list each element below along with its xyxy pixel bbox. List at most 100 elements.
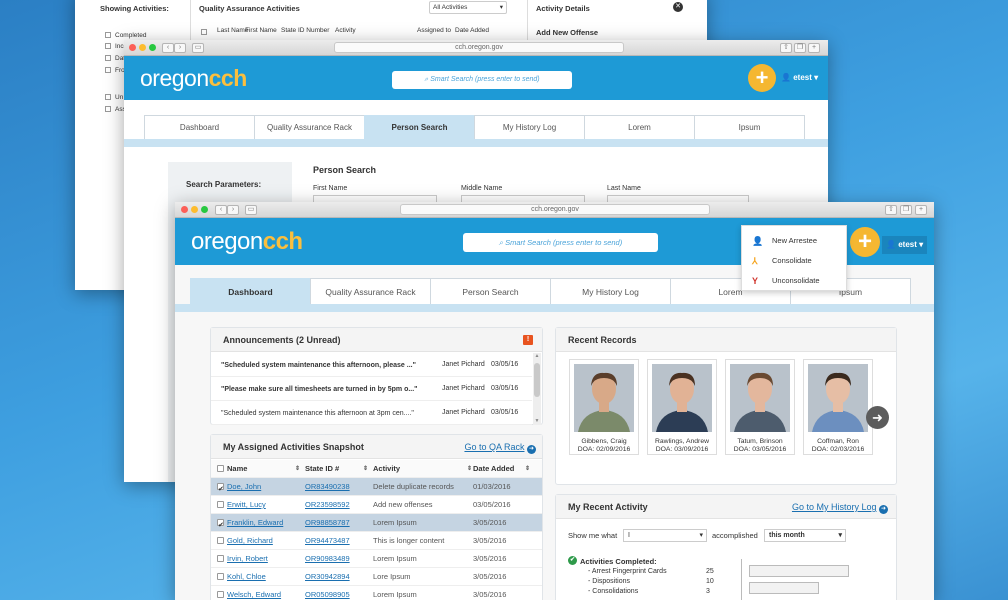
qa-column-header[interactable]: Activity <box>335 27 356 34</box>
share-icon[interactable]: ⇧ <box>885 205 897 215</box>
add-button[interactable]: + <box>748 64 776 92</box>
scroll-down-icon[interactable]: ▼ <box>533 418 541 424</box>
close-window-icon[interactable] <box>181 206 188 213</box>
filter-checkbox[interactable] <box>105 32 111 38</box>
tabs-icon[interactable]: ❐ <box>900 205 912 215</box>
qa-activity-select[interactable]: All Activities ▾ <box>429 1 507 14</box>
state-id-link[interactable]: OR05098905 <box>305 586 350 600</box>
smart-search-input[interactable]: ⌕ Smart Search (press enter to send) <box>463 233 658 252</box>
state-id-link[interactable]: OR94473487 <box>305 532 350 550</box>
record-card[interactable]: Tatum, Brinson DOA: 03/05/2016 <box>725 359 795 455</box>
sidebar-icon[interactable]: ▭ <box>192 43 204 53</box>
filter-item[interactable]: Fro <box>105 67 125 74</box>
record-card[interactable]: Gibbens, Craig DOA: 02/09/2016 <box>569 359 639 455</box>
menu-item-consolidate[interactable]: ⅄ Consolidate <box>742 252 846 270</box>
filter-checkbox[interactable] <box>105 55 111 61</box>
filter-item[interactable]: Completed <box>105 32 146 39</box>
qa-column-header[interactable]: Assigned to <box>417 27 451 34</box>
tab-quality-assurance-rack[interactable]: Quality Assurance Rack <box>254 115 365 139</box>
state-id-link[interactable]: OR98858787 <box>305 514 350 532</box>
smart-search-input[interactable]: ⌕ Smart Search (press enter to send) <box>392 71 572 89</box>
url-bar[interactable]: cch.oregon.gov <box>400 204 710 215</box>
go-to-qa-rack-link[interactable]: Go to QA Rack ➜ <box>464 435 536 459</box>
column-header[interactable]: Activity <box>373 460 400 478</box>
sort-icon[interactable]: ⇕ <box>467 460 472 478</box>
column-header[interactable]: State ID # <box>305 460 339 478</box>
share-icon[interactable]: ⇧ <box>780 43 792 53</box>
row-checkbox[interactable] <box>217 555 224 562</box>
filter-checkbox[interactable] <box>105 43 111 49</box>
back-icon[interactable]: ‹ <box>215 205 227 215</box>
maximize-window-icon[interactable] <box>149 44 156 51</box>
filter-item[interactable]: Dat <box>105 55 125 62</box>
row-checkbox[interactable] <box>217 537 224 544</box>
sort-icon[interactable]: ⇕ <box>295 460 300 478</box>
app-logo[interactable]: oregoncch <box>191 228 303 256</box>
tabs-icon[interactable]: ❐ <box>794 43 806 53</box>
announcement-item[interactable]: "Scheduled system maintenance this after… <box>211 401 532 425</box>
url-bar[interactable]: cch.oregon.gov <box>334 42 624 53</box>
tab-ipsum[interactable]: Ipsum <box>694 115 805 139</box>
qa-column-header[interactable]: Date Added <box>455 27 489 34</box>
filter-checkbox[interactable] <box>105 94 111 100</box>
user-menu[interactable]: 👤 etest ▾ <box>781 73 818 82</box>
table-row[interactable]: Welsch, Edward OR05098905 Lorem Ipsum 3/05/… <box>211 586 542 600</box>
select-all-checkbox[interactable] <box>217 465 224 472</box>
scroll-thumb[interactable] <box>534 363 540 397</box>
person-name-link[interactable]: Franklin, Edward <box>227 514 283 532</box>
announcement-item[interactable]: "Please make sure all timesheets are tur… <box>211 377 532 401</box>
sort-icon[interactable]: ⇕ <box>525 460 530 478</box>
tab-quality-assurance-rack[interactable]: Quality Assurance Rack <box>310 278 431 304</box>
person-name-link[interactable]: Doe, John <box>227 478 261 496</box>
table-row[interactable]: Gold, Richard OR94473487 This is longer co… <box>211 532 542 550</box>
menu-item-new-arrestee[interactable]: 👤 New Arrestee <box>742 232 846 250</box>
row-checkbox[interactable] <box>217 517 224 535</box>
state-id-link[interactable]: OR23598592 <box>305 496 350 514</box>
alert-icon[interactable]: ! <box>523 335 533 345</box>
table-row[interactable]: Erwitt, Lucy OR23598592 Add new offenses 03… <box>211 496 542 514</box>
row-checkbox[interactable] <box>217 501 224 508</box>
person-name-link[interactable]: Erwitt, Lucy <box>227 496 266 514</box>
sort-icon[interactable]: ⇕ <box>363 460 368 478</box>
forward-icon[interactable]: › <box>174 43 186 53</box>
state-id-link[interactable]: OR83490238 <box>305 478 350 496</box>
row-checkbox[interactable] <box>217 481 224 499</box>
close-window-icon[interactable] <box>129 44 136 51</box>
table-row[interactable]: Kohl, Chloe OR30942894 Lore Ipsum 3/05/2016 <box>211 568 542 586</box>
person-name-link[interactable]: Kohl, Chloe <box>227 568 266 586</box>
minimize-window-icon[interactable] <box>191 206 198 213</box>
new-tab-icon[interactable]: + <box>808 43 820 53</box>
announcements-scrollbar[interactable]: ▲ ▼ <box>533 353 541 425</box>
scroll-up-icon[interactable]: ▲ <box>533 353 541 359</box>
column-header[interactable]: Date Added <box>473 460 514 478</box>
menu-item-unconsolidate[interactable]: Y Unconsolidate <box>742 272 846 290</box>
table-row[interactable]: Franklin, Edward OR98858787 Lorem Ipsum 3/0… <box>211 514 542 535</box>
person-name-link[interactable]: Welsch, Edward <box>227 586 281 600</box>
tab-dashboard[interactable]: Dashboard <box>144 115 255 139</box>
record-card[interactable]: Rawlings, Andrew DOA: 03/09/2016 <box>647 359 717 455</box>
filter-item[interactable]: Ass <box>105 106 126 113</box>
tab-dashboard[interactable]: Dashboard <box>190 278 311 304</box>
qa-column-header[interactable]: First Name <box>245 27 277 34</box>
select-all-checkbox[interactable] <box>201 29 207 35</box>
app-logo[interactable]: oregoncch <box>140 65 247 92</box>
next-arrow-icon[interactable]: ➜ <box>866 406 889 429</box>
announcement-item[interactable]: "Scheduled system maintenance this after… <box>211 353 532 377</box>
add-button[interactable]: + <box>850 227 880 257</box>
sidebar-icon[interactable]: ▭ <box>245 205 257 215</box>
filter-checkbox[interactable] <box>105 67 111 73</box>
row-checkbox[interactable] <box>217 573 224 580</box>
period-select[interactable]: this month ▾ <box>764 529 846 542</box>
tab-lorem[interactable]: Lorem <box>584 115 695 139</box>
show-me-select[interactable]: I ▾ <box>623 529 707 542</box>
close-icon[interactable]: ✕ <box>673 2 683 12</box>
tab-person-search[interactable]: Person Search <box>430 278 551 304</box>
table-row[interactable]: Doe, John OR83490238 Delete duplicate reco… <box>211 478 542 499</box>
user-menu[interactable]: 👤 etest ▾ <box>882 236 928 254</box>
record-card[interactable]: Coffman, Ron DOA: 02/03/2016 <box>803 359 873 455</box>
table-row[interactable]: Irvin, Robert OR90983489 Lorem Ipsum 3/05/2… <box>211 550 542 568</box>
back-icon[interactable]: ‹ <box>162 43 174 53</box>
qa-column-header[interactable]: Last Name <box>217 27 248 34</box>
state-id-link[interactable]: OR90983489 <box>305 550 350 568</box>
tab-person-search[interactable]: Person Search <box>364 115 475 139</box>
